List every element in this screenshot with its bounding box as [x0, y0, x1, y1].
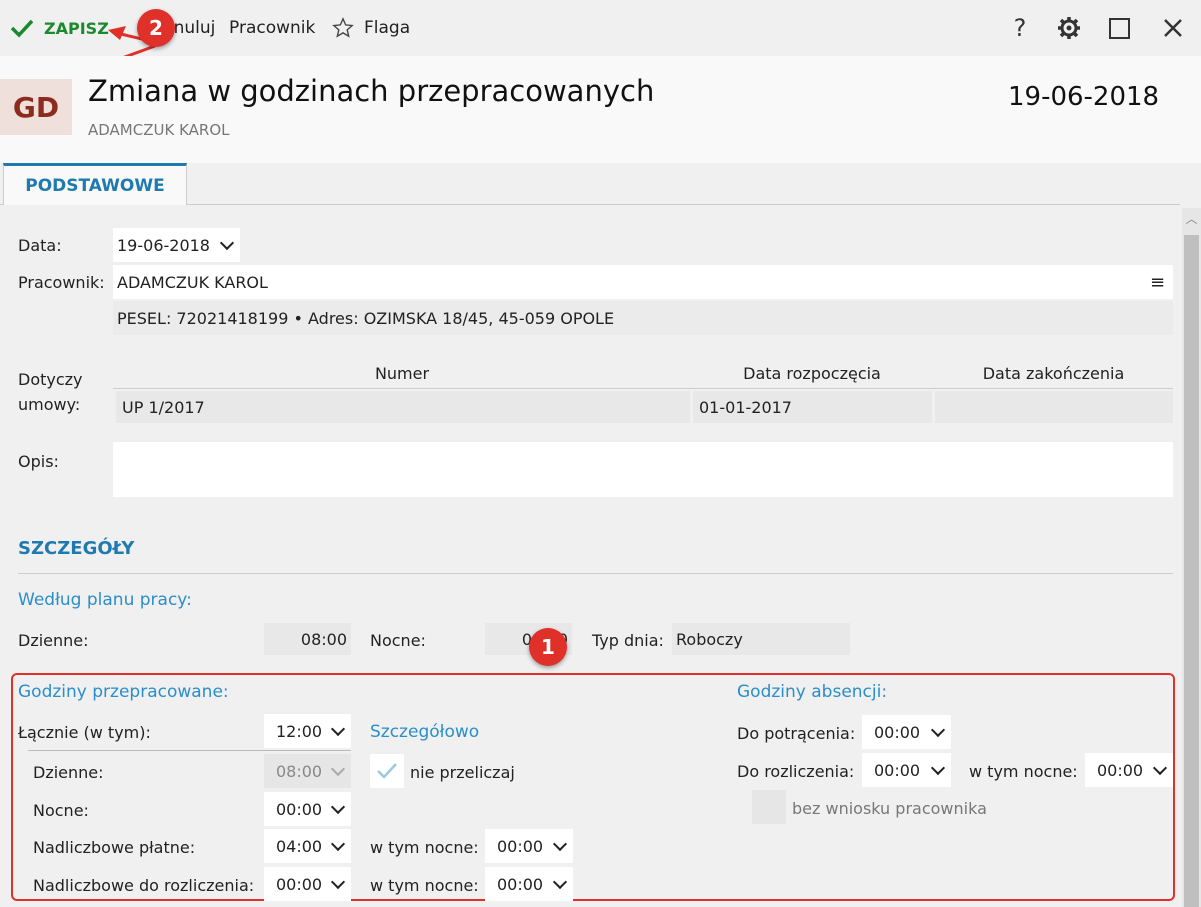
contract-label-1: Dotyczy	[18, 370, 83, 389]
settle-night-select[interactable]: 00:00	[1085, 753, 1173, 787]
date-value: 19-06-2018	[117, 235, 210, 255]
annotation-badge-1: 1	[529, 628, 567, 666]
worked-day-select: 08:00	[264, 754, 351, 788]
contract-label-2: umowy:	[18, 395, 81, 414]
employee-label: Pracownik:	[18, 273, 105, 292]
chevron-down-icon	[930, 722, 946, 737]
highlight-box	[11, 673, 1175, 901]
employee-info: PESEL: 72021418199 • Adres: OZIMSKA 18/4…	[113, 301, 1173, 335]
no-request-label: bez wniosku pracownika	[792, 799, 987, 818]
scroll-up-icon[interactable]: ︿	[1184, 210, 1199, 228]
chevron-down-icon	[552, 836, 568, 851]
chevron-down-icon	[330, 836, 346, 851]
ot-settle-label: Nadliczbowe do rozliczenia:	[33, 876, 255, 895]
ot-settle-night-select[interactable]: 00:00	[485, 867, 573, 901]
settle-value: 00:00	[874, 760, 921, 780]
ot-settle-value: 00:00	[276, 874, 323, 894]
ot-paid-night-value: 00:00	[497, 836, 544, 856]
checkmark-icon	[10, 19, 34, 38]
page-subtitle: ADAMCZUK KAROL	[88, 121, 230, 139]
total-underline	[28, 750, 351, 751]
total-value: 12:00	[276, 721, 323, 741]
worked-night-value: 00:00	[276, 799, 323, 819]
deduct-label: Do potrącenia:	[737, 724, 856, 743]
contract-cell-start[interactable]: 01-01-2017	[693, 391, 932, 423]
maximize-icon[interactable]	[1105, 14, 1133, 42]
deduct-select[interactable]: 00:00	[862, 715, 951, 749]
ot-paid-night-select[interactable]: 00:00	[485, 829, 573, 863]
worked-title: Godziny przepracowane:	[18, 682, 229, 702]
employee-value: ADAMCZUK KAROL	[117, 272, 268, 292]
chevron-down-icon	[330, 874, 346, 889]
ot-paid-night-label: w tym nocne:	[370, 838, 479, 857]
daytype-value: Roboczy	[672, 623, 850, 655]
checkmark-icon	[377, 763, 397, 779]
contract-header-line	[113, 388, 1173, 389]
no-recalc-checkbox[interactable]	[370, 754, 404, 788]
avatar: GD	[0, 79, 72, 135]
ot-settle-select[interactable]: 00:00	[264, 867, 351, 901]
no-request-checkbox[interactable]	[752, 790, 786, 824]
plan-day-label: Dzienne:	[18, 631, 89, 650]
plan-night-label: Nocne:	[370, 631, 426, 650]
settle-night-label: w tym nocne:	[969, 762, 1078, 781]
no-recalc-label: nie przeliczaj	[410, 763, 515, 782]
contract-header-number: Numer	[374, 364, 430, 383]
chevron-down-icon	[930, 760, 946, 775]
chevron-down-icon	[330, 761, 346, 776]
description-field[interactable]	[113, 442, 1173, 497]
chevron-down-icon	[330, 799, 346, 814]
employee-button[interactable]: Pracownik	[229, 0, 315, 56]
ot-settle-night-label: w tym nocne:	[370, 876, 479, 895]
worked-night-select[interactable]: 00:00	[264, 792, 351, 826]
contract-cell-number[interactable]: UP 1/2017	[116, 391, 690, 423]
plan-day-value: 08:00	[264, 623, 351, 655]
contract-header-start: Data rozpoczęcia	[743, 364, 881, 383]
flag-button[interactable]: Flaga	[332, 0, 410, 56]
help-icon[interactable]: ?	[1006, 14, 1034, 42]
worked-day-value: 08:00	[276, 761, 323, 781]
details-divider	[18, 573, 1173, 574]
absence-title: Godziny absencji:	[737, 682, 888, 702]
chevron-down-icon	[330, 721, 346, 736]
employee-field[interactable]: ADAMCZUK KAROL	[113, 265, 1173, 299]
annotation-badge-2: 2	[137, 9, 175, 47]
total-label: Łącznie (w tym):	[18, 723, 151, 742]
plan-title: Według planu pracy:	[18, 590, 192, 610]
settle-select[interactable]: 00:00	[862, 753, 951, 787]
flag-label: Flaga	[364, 18, 411, 38]
ot-settle-night-value: 00:00	[497, 874, 544, 894]
ot-paid-select[interactable]: 04:00	[264, 829, 351, 863]
contract-cell-end[interactable]	[935, 391, 1173, 423]
ot-paid-label: Nadliczbowe płatne:	[33, 838, 196, 857]
description-label: Opis:	[18, 452, 59, 471]
page-title: Zmiana w godzinach przepracowanych	[88, 74, 655, 108]
date-picker[interactable]: 19-06-2018	[113, 228, 240, 262]
detailed-link[interactable]: Szczegółowo	[370, 722, 479, 742]
details-section-title: SZCZEGÓŁY	[18, 538, 135, 559]
total-select[interactable]: 12:00	[264, 714, 351, 748]
ot-paid-value: 04:00	[276, 836, 323, 856]
header-date: 19-06-2018	[1008, 82, 1160, 112]
chevron-down-icon	[219, 235, 235, 250]
deduct-value: 00:00	[874, 722, 921, 742]
scrollbar-thumb[interactable]	[1184, 235, 1199, 907]
menu-icon[interactable]: ≡	[1150, 272, 1165, 293]
chevron-down-icon	[552, 874, 568, 889]
settle-night-value: 00:00	[1097, 760, 1144, 780]
gear-icon[interactable]	[1055, 14, 1083, 42]
daytype-label: Typ dnia:	[592, 631, 664, 650]
date-label: Data:	[18, 236, 62, 255]
contract-header-end: Data zakończenia	[982, 364, 1125, 383]
star-icon	[332, 17, 354, 38]
worked-day-label: Dzienne:	[33, 763, 104, 782]
chevron-down-icon	[1152, 760, 1168, 775]
close-icon[interactable]	[1159, 14, 1187, 42]
save-button[interactable]: ZAPISZ	[10, 0, 109, 56]
tab-basic[interactable]: PODSTAWOWE	[3, 163, 187, 205]
settle-label: Do rozliczenia:	[737, 762, 855, 781]
worked-night-label: Nocne:	[33, 801, 89, 820]
